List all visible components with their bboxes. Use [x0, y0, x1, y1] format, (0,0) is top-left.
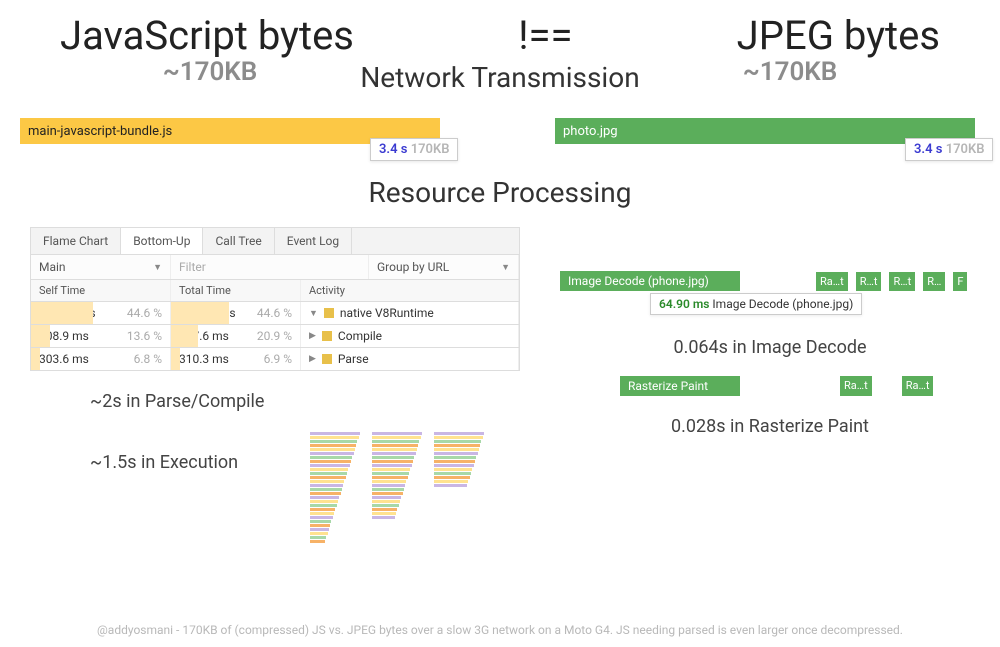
chevron-right-icon[interactable]: ▶ — [309, 354, 316, 364]
tab-flame-chart[interactable]: Flame Chart — [31, 228, 121, 254]
chevron-right-icon[interactable]: ▶ — [309, 331, 316, 341]
raster-fragment: Ra…t — [840, 376, 872, 396]
activity-swatch-icon — [324, 308, 334, 318]
tab-event-log[interactable]: Event Log — [275, 228, 352, 254]
chevron-down-icon[interactable]: ▼ — [501, 262, 510, 273]
decode-tip-label: Image Decode (phone.jpg) — [712, 297, 853, 311]
js-title: JavaScript bytes — [60, 12, 354, 59]
image-decode-tooltip: 64.90 ms Image Decode (phone.jpg) — [650, 293, 862, 315]
col-activity[interactable]: Activity — [301, 280, 519, 301]
jpeg-tooltip-size: 170KB — [946, 142, 985, 157]
tab-call-tree[interactable]: Call Tree — [203, 228, 274, 254]
footer-credit: @addyosmani - 170KB of (compressed) JS v… — [0, 623, 1000, 637]
filter-input[interactable]: Filter — [179, 260, 206, 274]
image-processing-block: Image Decode (phone.jpg) Ra…t R…t R…t R…… — [560, 227, 980, 513]
devtools-panel: Flame Chart Bottom-Up Call Tree Event Lo… — [30, 227, 520, 513]
table-row[interactable]: 1997.0 ms44.6 %1997.0 ms44.6 %▼native V8… — [30, 302, 520, 325]
image-decode-note: 0.064s in Image Decode — [560, 337, 980, 358]
activity-label: Compile — [338, 329, 382, 343]
activity-label: native V8Runtime — [340, 306, 434, 320]
group-by-label[interactable]: Group by URL — [377, 260, 449, 274]
rasterize-note: 0.028s in Rasterize Paint — [560, 416, 980, 437]
jpeg-network-block: photo.jpg 3.4 s 170KB — [555, 118, 980, 144]
network-section-title: Network Transmission — [360, 61, 640, 94]
jpeg-size-approx: ~170KB — [640, 57, 940, 94]
jpeg-tooltip-time: 3.4 s — [914, 142, 942, 157]
filter-main-label[interactable]: Main — [39, 260, 66, 274]
js-network-block: main-javascript-bundle.js 3.4 s 170KB — [20, 118, 445, 144]
table-row[interactable]: 303.6 ms6.8 %310.3 ms6.9 %▶Parse — [30, 348, 520, 371]
devtools-tabs: Flame Chart Bottom-Up Call Tree Event Lo… — [30, 227, 520, 255]
decode-fragment: R… — [923, 272, 945, 291]
js-tooltip-size: 170KB — [411, 142, 450, 157]
decode-fragment: R…t — [856, 272, 882, 291]
flame-chart-thumbnail — [310, 432, 510, 542]
rasterize-block: Rasterize Paint — [620, 376, 740, 396]
js-tooltip-time: 3.4 s — [379, 142, 407, 157]
tab-bottom-up[interactable]: Bottom-Up — [121, 228, 203, 254]
not-equal-symbol: !== — [518, 12, 572, 59]
image-decode-block: Image Decode (phone.jpg) — [560, 271, 740, 291]
col-self-time[interactable]: Self Time — [31, 280, 171, 301]
activity-label: Parse — [338, 352, 369, 366]
decode-fragment: F — [953, 272, 967, 291]
col-total-time[interactable]: Total Time — [171, 280, 301, 301]
jpeg-title: JPEG bytes — [737, 12, 940, 59]
chevron-down-icon[interactable]: ▼ — [309, 308, 318, 319]
parse-compile-note: ~2s in Parse/Compile — [30, 391, 520, 412]
decode-fragment: R…t — [889, 272, 915, 291]
jpeg-tooltip: 3.4 s 170KB — [905, 138, 993, 161]
raster-fragment: Ra…t — [902, 376, 934, 396]
decode-tip-time: 64.90 ms — [659, 297, 709, 311]
table-row[interactable]: 608.9 ms13.6 %937.6 ms20.9 %▶Compile — [30, 325, 520, 348]
js-tooltip: 3.4 s 170KB — [370, 138, 458, 161]
activity-swatch-icon — [322, 354, 332, 364]
js-size-approx: ~170KB — [60, 57, 360, 94]
chevron-down-icon[interactable]: ▼ — [153, 262, 162, 273]
processing-section-title: Resource Processing — [0, 176, 1000, 209]
activity-swatch-icon — [322, 331, 332, 341]
decode-fragment: Ra…t — [816, 272, 848, 291]
